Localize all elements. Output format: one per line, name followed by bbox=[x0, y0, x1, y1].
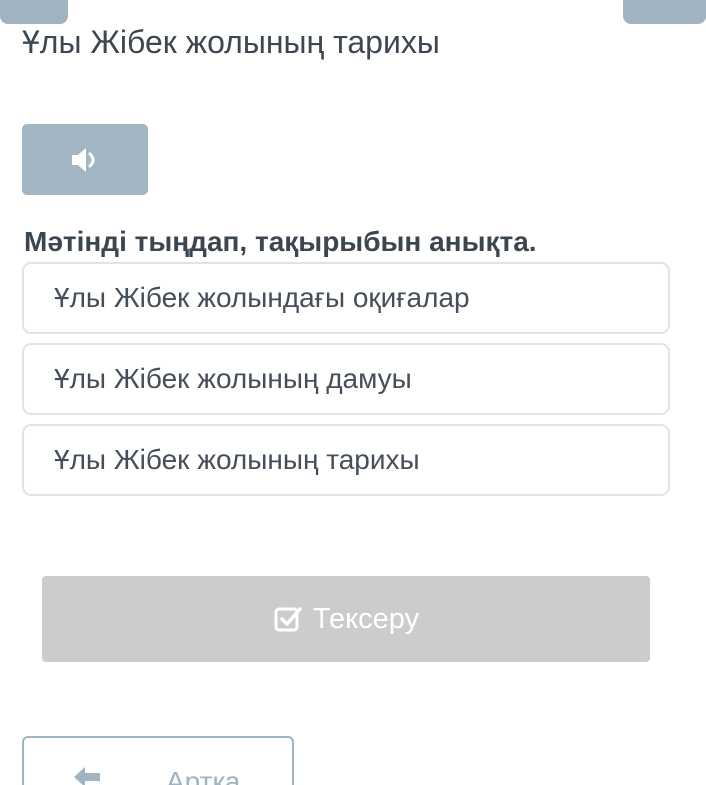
answer-option-label: Ұлы Жібек жолының тарихы bbox=[54, 444, 420, 475]
top-left-nav-tab[interactable] bbox=[0, 0, 68, 24]
back-button[interactable]: Артқа bbox=[22, 736, 294, 785]
exercise-page: Ұлы Жібек жолының тарихы Мәтінді тыңдап,… bbox=[0, 0, 706, 785]
answer-option[interactable]: Ұлы Жібек жолындағы оқиғалар bbox=[22, 262, 670, 334]
speaker-icon bbox=[72, 147, 95, 172]
answer-option[interactable]: Ұлы Жібек жолының тарихы bbox=[22, 424, 670, 496]
check-button-label: Тексеру bbox=[312, 602, 420, 635]
answer-option-label: Ұлы Жібек жолындағы оқиғалар bbox=[54, 282, 470, 313]
back-button-label: Артқа bbox=[166, 766, 241, 785]
checkbox-icon bbox=[274, 607, 302, 632]
check-button[interactable]: Тексеру bbox=[42, 576, 650, 662]
audio-play-button[interactable] bbox=[22, 124, 148, 195]
answer-options: Ұлы Жібек жолындағы оқиғалар Ұлы Жібек ж… bbox=[22, 262, 670, 505]
answer-option[interactable]: Ұлы Жібек жолының дамуы bbox=[22, 343, 670, 415]
question-prompt: Мәтінді тыңдап, тақырыбын анықта. bbox=[24, 226, 537, 257]
top-right-nav-tab[interactable] bbox=[623, 0, 706, 24]
answer-option-label: Ұлы Жібек жолының дамуы bbox=[54, 363, 412, 394]
arrow-left-icon bbox=[74, 767, 100, 785]
page-title: Ұлы Жібек жолының тарихы bbox=[22, 24, 440, 60]
